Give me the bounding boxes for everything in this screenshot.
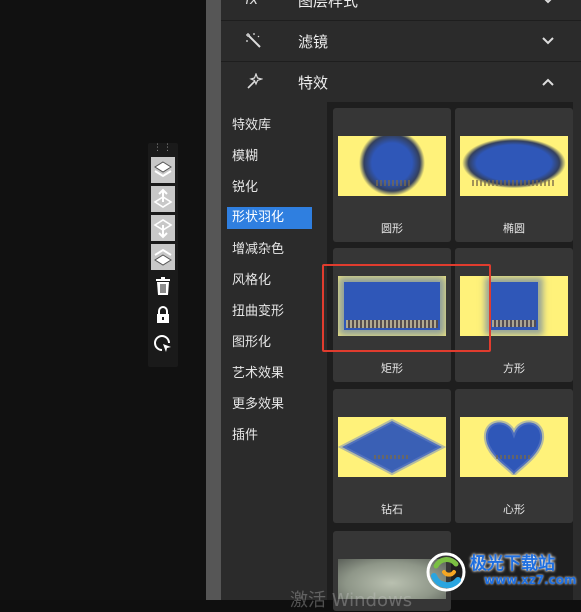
effect-card-ellipse[interactable]: 椭圆 [455,108,573,242]
subnav-more-effects[interactable]: 更多效果 [227,394,312,416]
select-icon [154,335,171,352]
effect-thumb-heart [460,417,568,477]
magic-wand-icon [245,32,275,50]
effect-label-heart: 心形 [503,503,525,516]
lock-icon [157,306,169,323]
subnav-graphic[interactable]: 图形化 [227,332,312,354]
lock-button[interactable] [151,302,175,328]
chevron-down-icon [541,0,555,20]
logo-brand-text: 极光下载站 [470,554,555,574]
logo-url-text: www.xz7.com [484,573,577,587]
effect-label-circle: 圆形 [381,222,403,235]
move-down-icon [153,219,173,239]
subnav-shape-feather[interactable]: 形状羽化 [227,207,312,229]
move-up-icon [153,188,173,208]
effects-subnav: 特效库 模糊 锐化 形状羽化 增减杂色 风格化 扭曲变形 图形化 艺术效果 更多… [221,102,327,600]
layer-send-backward-button[interactable] [151,244,175,270]
layers-up-icon [154,161,172,178]
delete-button[interactable] [151,273,175,299]
subnav-noise[interactable]: 增减杂色 [227,239,312,261]
move-up-button[interactable] [151,186,175,212]
effect-label-rectangle: 矩形 [381,362,403,375]
effect-thumb-circle [338,136,446,196]
select-button[interactable] [151,331,175,357]
effect-label-diamond: 钻石 [381,503,403,516]
subnav-artistic[interactable]: 艺术效果 [227,363,312,385]
activation-watermark: 激活 Windows [290,590,413,611]
effect-label-square: 方形 [503,362,525,375]
effect-thumb-diamond [338,417,446,477]
fx-icon: fx [245,0,259,8]
logo-swirl-icon [426,552,466,592]
section-effects[interactable]: 特效 [221,62,581,102]
chevron-down-icon [541,21,555,61]
panel-divider [206,0,221,600]
delete-icon [156,277,170,295]
scrollbar-track[interactable] [573,102,581,600]
section-filters[interactable]: 滤镜 [221,21,581,62]
layer-bring-forward-button[interactable] [151,157,175,183]
section-layer-style[interactable]: fx 图层样式 [221,0,581,21]
subnav-stylize[interactable]: 风格化 [227,270,312,292]
layers-down-icon [154,248,172,266]
effect-card-circle[interactable]: 圆形 [333,108,451,242]
site-logo: 极光下载站 www.xz7.com [424,549,577,595]
sparkle-wand-icon [245,73,275,91]
selection-highlight [322,264,491,352]
effect-card-heart[interactable]: 心形 [455,389,573,523]
floating-layer-toolbar: ⋮⋮ [148,143,178,367]
subnav-sharpen[interactable]: 锐化 [227,177,312,199]
section-layer-style-label: 图层样式 [298,0,359,10]
chevron-up-icon [541,62,555,102]
section-filters-label: 滤镜 [298,32,329,51]
effect-label-ellipse: 椭圆 [503,222,525,235]
effect-card-diamond[interactable]: 钻石 [333,389,451,523]
subnav-distort[interactable]: 扭曲变形 [227,301,312,323]
move-down-button[interactable] [151,215,175,241]
subnav-plugins[interactable]: 插件 [227,425,312,447]
section-effects-label: 特效 [298,73,329,92]
subnav-effects-library[interactable]: 特效库 [227,115,312,137]
toolbar-grip[interactable]: ⋮⋮ [148,143,178,155]
subnav-blur[interactable]: 模糊 [227,146,312,168]
effect-thumb-ellipse [460,136,568,196]
